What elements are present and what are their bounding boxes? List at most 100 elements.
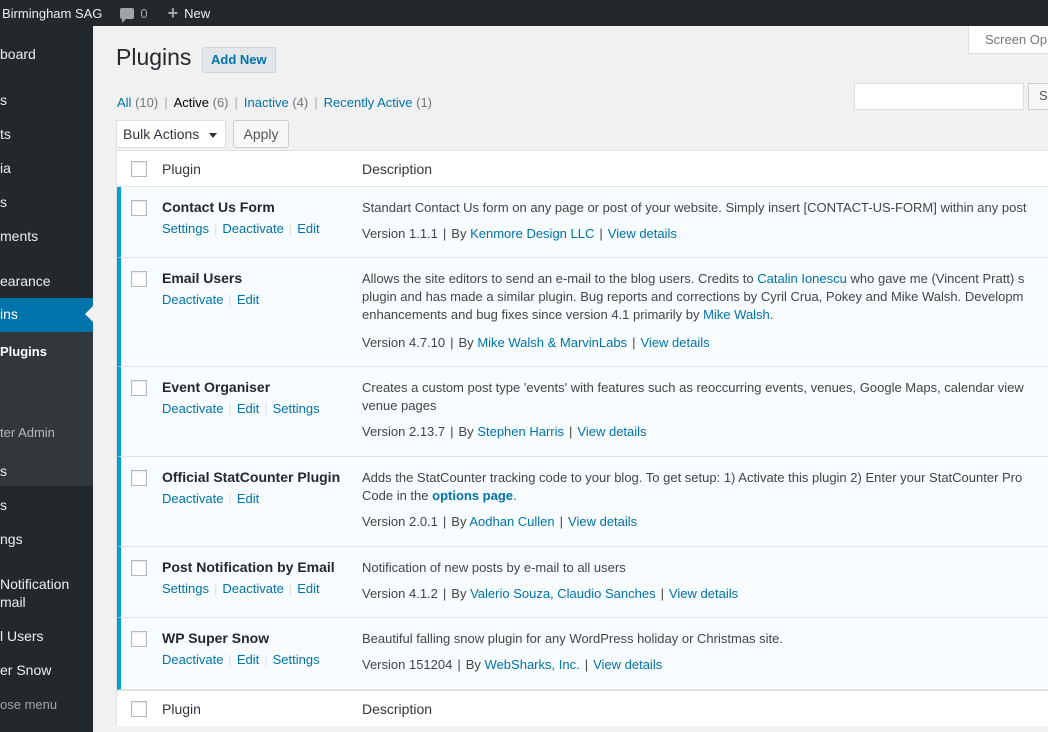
deactivate-link[interactable]: Deactivate	[162, 401, 223, 416]
view-details-link[interactable]: View details	[608, 226, 677, 241]
new-label: New	[184, 5, 211, 21]
filter-inactive-label: Inactive	[243, 95, 289, 110]
view-details-link[interactable]: View details	[593, 657, 662, 672]
menu-post-notification-line2[interactable]: mail	[0, 594, 93, 610]
filter-separator: |	[164, 95, 168, 110]
author-link[interactable]: Aodhan Cullen	[469, 514, 554, 529]
search-plugins-input[interactable]	[854, 83, 1024, 110]
options-page-link[interactable]: options page	[432, 488, 513, 503]
row-actions: Settings | Deactivate | Edit	[162, 221, 320, 236]
bulk-actions-select[interactable]: Bulk Actions	[116, 120, 226, 148]
add-new-button[interactable]: Add New	[202, 47, 276, 73]
description-line: Beautiful falling snow plugin for any Wo…	[362, 631, 784, 646]
by-label: By	[458, 424, 474, 439]
edit-link[interactable]: Edit	[237, 491, 259, 506]
row-checkbox[interactable]	[131, 200, 147, 216]
menu-tools[interactable]: s	[0, 497, 93, 513]
collapse-menu-button[interactable]: ose menu	[0, 697, 93, 712]
edit-link[interactable]: Edit	[297, 221, 319, 236]
view-details-link[interactable]: View details	[641, 335, 710, 350]
site-name-link[interactable]: Birmingham SAG	[2, 0, 102, 26]
plugin-version: Version 2.0.1	[362, 514, 438, 529]
author-link[interactable]: Mike Walsh & MarvinLabs	[477, 335, 627, 350]
author-link[interactable]: WebSharks, Inc.	[485, 657, 580, 672]
filter-inactive[interactable]: Inactive (4)	[244, 95, 308, 110]
row-checkbox[interactable]	[131, 271, 147, 287]
deactivate-link[interactable]: Deactivate	[162, 491, 223, 506]
deactivate-link[interactable]: Deactivate	[162, 292, 223, 307]
select-all-checkbox-footer[interactable]	[131, 701, 147, 717]
plugin-version: Version 2.13.7	[362, 424, 446, 439]
menu-events[interactable]: ts	[0, 126, 93, 142]
menu-media[interactable]: ia	[0, 160, 93, 176]
settings-link[interactable]: Settings	[273, 401, 320, 416]
select-all-checkbox[interactable]	[131, 161, 147, 177]
comments-link[interactable]: 0	[120, 0, 148, 26]
plugin-meta: Version 1.1.1 | By Kenmore Design LLC | View…	[362, 226, 677, 241]
submenu-statcounter-admin[interactable]: ter Admin	[0, 425, 93, 440]
menu-email-users[interactable]: l Users	[0, 628, 93, 644]
edit-link[interactable]: Edit	[237, 652, 259, 667]
description-text: Allows the site editors to send an e-mai…	[362, 271, 754, 286]
settings-link[interactable]: Settings	[162, 221, 209, 236]
menu-dashboard[interactable]: board	[0, 46, 93, 62]
credit-link-catalin[interactable]: Catalin Ionescu	[757, 271, 847, 286]
edit-link[interactable]: Edit	[237, 401, 259, 416]
row-checkbox[interactable]	[131, 380, 147, 396]
deactivate-link[interactable]: Deactivate	[222, 581, 283, 596]
plugin-version: Version 4.7.10	[362, 335, 446, 350]
menu-posts[interactable]: s	[0, 92, 93, 108]
submenu-installed-plugins[interactable]: Plugins	[0, 344, 93, 359]
menu-post-notification-line1[interactable]: Notification	[0, 576, 93, 592]
edit-link[interactable]: Edit	[297, 581, 319, 596]
column-plugin-footer[interactable]: Plugin	[162, 701, 201, 717]
screen-options-button[interactable]: Screen Op	[968, 26, 1048, 54]
plugin-version: Version 4.1.2	[362, 586, 438, 601]
menu-pages[interactable]: s	[0, 194, 93, 210]
row-actions: Deactivate | Edit | Settings	[162, 652, 320, 667]
row-checkbox[interactable]	[131, 631, 147, 647]
plugin-description: Creates a custom post type 'events' with…	[362, 379, 1048, 415]
menu-settings[interactable]: ngs	[0, 531, 93, 547]
view-details-link[interactable]: View details	[669, 586, 738, 601]
author-link[interactable]: Stephen Harris	[477, 424, 564, 439]
admin-sidebar: board s ts ia s ments earance ins Plugin…	[0, 26, 93, 732]
table-row: WP Super Snow Deactivate | Edit | Settings B…	[117, 618, 1048, 690]
menu-super-snow[interactable]: er Snow	[0, 662, 93, 678]
view-details-link[interactable]: View details	[577, 424, 646, 439]
menu-appearance[interactable]: earance	[0, 273, 93, 289]
apply-button[interactable]: Apply	[233, 120, 289, 148]
row-actions: Deactivate | Edit	[162, 491, 260, 506]
filter-inactive-count: (4)	[292, 95, 309, 110]
author-link[interactable]: Kenmore Design LLC	[470, 226, 594, 241]
filter-active-label: Active	[173, 95, 209, 110]
row-checkbox[interactable]	[131, 470, 147, 486]
deactivate-link[interactable]: Deactivate	[162, 652, 223, 667]
search-plugins-button[interactable]: Se	[1028, 83, 1048, 110]
author-link[interactable]: Valerio Souza, Claudio Sanches	[470, 586, 656, 601]
by-label: By	[458, 335, 474, 350]
table-header: Plugin Description	[117, 151, 1048, 187]
view-details-link[interactable]: View details	[568, 514, 637, 529]
edit-link[interactable]: Edit	[237, 292, 259, 307]
row-checkbox[interactable]	[131, 560, 147, 576]
filter-active[interactable]: Active (6)	[174, 95, 229, 110]
plugin-meta: Version 4.1.2 | By Valerio Souza, Claudio …	[362, 586, 739, 601]
plugin-name: Post Notification by Email	[162, 559, 335, 575]
deactivate-link[interactable]: Deactivate	[222, 221, 283, 236]
bulk-actions-selected: Bulk Actions	[123, 126, 200, 142]
filter-all-label: All	[117, 95, 132, 110]
menu-comments[interactable]: ments	[0, 228, 93, 244]
table-row: Contact Us Form Settings | Deactivate | Edit…	[117, 187, 1048, 258]
menu-plugins[interactable]: ins	[0, 298, 93, 332]
filter-recently-active[interactable]: Recently Active (1)	[324, 95, 432, 110]
credit-link-mike[interactable]: Mike Walsh	[703, 307, 770, 322]
settings-link[interactable]: Settings	[162, 581, 209, 596]
column-plugin[interactable]: Plugin	[162, 161, 201, 177]
plugin-description: Notification of new posts by e-mail to a…	[362, 559, 1048, 577]
filter-all[interactable]: All (10)	[117, 95, 158, 110]
menu-users[interactable]: s	[0, 463, 93, 479]
new-content-link[interactable]: + New	[168, 0, 211, 26]
plugin-name: Email Users	[162, 270, 243, 286]
settings-link[interactable]: Settings	[273, 652, 320, 667]
